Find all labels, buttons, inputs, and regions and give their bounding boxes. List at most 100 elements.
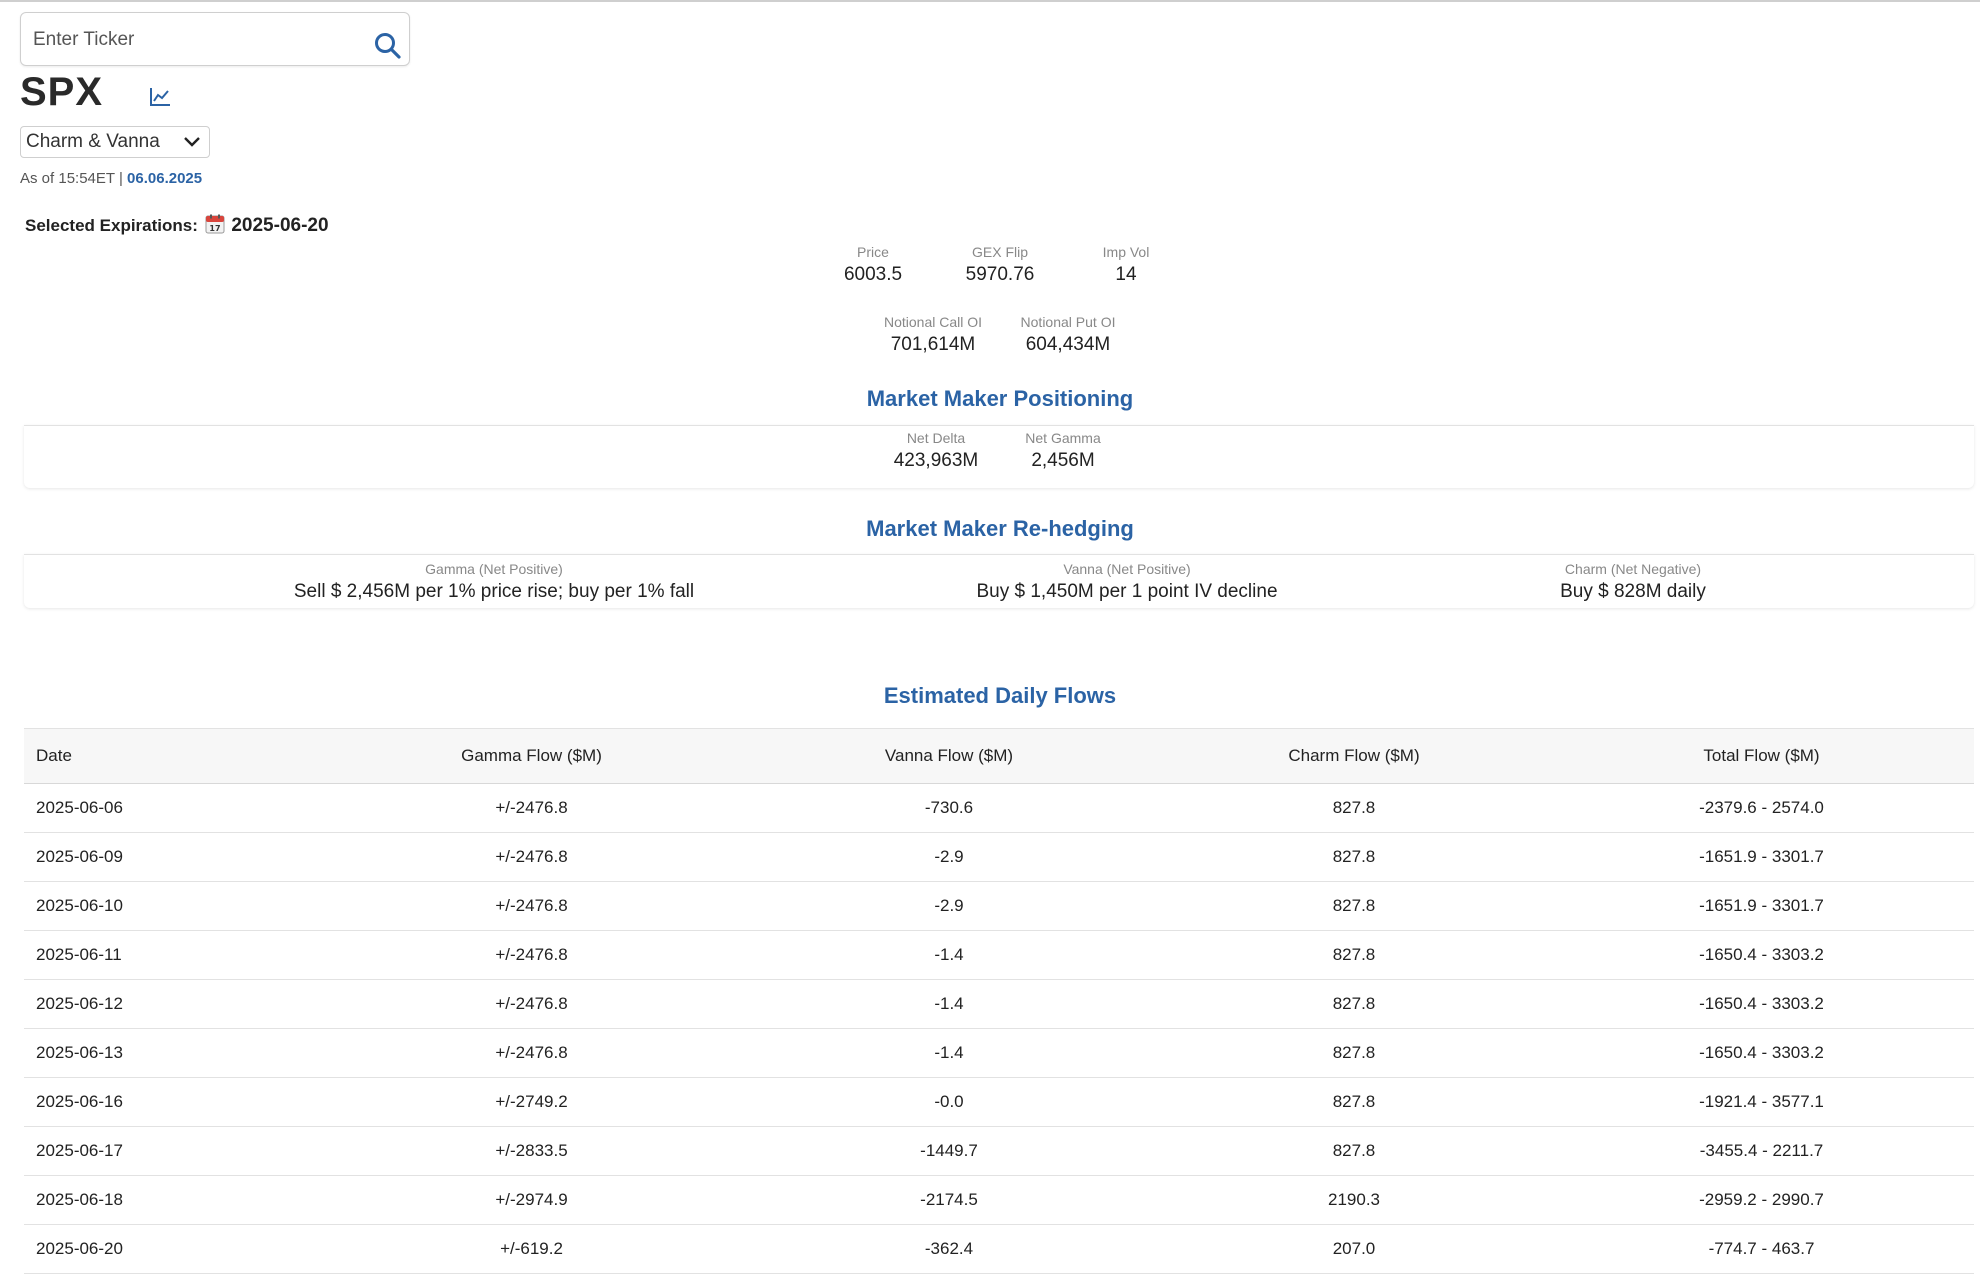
cell-gamma-flow: +/-2476.8 (324, 783, 739, 833)
col-date[interactable]: Date (24, 728, 324, 784)
cell-date: 2025-06-17 (24, 1126, 324, 1176)
table-row: 2025-06-06 +/-2476.8 -730.6 827.8 -2379.… (24, 783, 1974, 833)
cell-charm-flow: 827.8 (1159, 832, 1549, 882)
net-gamma: Net Gamma 2,456M (1003, 430, 1123, 472)
rehedge-gamma-label: Gamma (Net Positive) (425, 561, 563, 577)
stat-notional-put-oi-value: 604,434M (1025, 334, 1111, 355)
net-delta-value: 423,963M (893, 450, 979, 471)
table-row: 2025-06-13 +/-2476.8 -1.4 827.8 -1650.4 … (24, 1028, 1974, 1078)
ticker-symbol: SPX (20, 70, 104, 114)
cell-gamma-flow: +/-2476.8 (324, 881, 739, 931)
cell-vanna-flow: -1449.7 (739, 1126, 1159, 1176)
cell-gamma-flow: +/-2476.8 (324, 1028, 739, 1078)
cell-total-flow: -3455.4 - 2211.7 (1549, 1126, 1974, 1176)
stat-gex-flip-value: 5970.76 (965, 264, 1035, 285)
cell-gamma-flow: +/-2833.5 (324, 1126, 739, 1176)
stat-notional-put-oi: Notional Put OI 604,434M (1008, 314, 1128, 356)
rehedge-vanna: Vanna (Net Positive) Buy $ 1,450M per 1 … (830, 561, 1424, 603)
search-icon[interactable] (373, 31, 403, 61)
ticker-search-box (20, 12, 410, 66)
col-charm-flow[interactable]: Charm Flow ($M) (1159, 728, 1549, 784)
stat-price-label: Price (857, 244, 889, 260)
stat-notional-put-oi-label: Notional Put OI (1020, 314, 1116, 330)
cell-total-flow: -1651.9 - 3301.7 (1549, 832, 1974, 882)
positioning-card (24, 425, 1974, 488)
flows-header-row: Date Gamma Flow ($M) Vanna Flow ($M) Cha… (24, 728, 1974, 784)
view-select[interactable]: Charm & Vanna (20, 126, 210, 158)
table-row: 2025-06-10 +/-2476.8 -2.9 827.8 -1651.9 … (24, 881, 1974, 931)
stat-notional-call-oi: Notional Call OI 701,614M (873, 314, 993, 356)
table-row: 2025-06-17 +/-2833.5 -1449.7 827.8 -3455… (24, 1126, 1974, 1176)
col-vanna-flow[interactable]: Vanna Flow ($M) (739, 728, 1159, 784)
cell-date: 2025-06-10 (24, 881, 324, 931)
stat-price: Price 6003.5 (833, 244, 913, 286)
selected-expiration-value: 2025-06-20 (231, 215, 329, 236)
cell-charm-flow: 827.8 (1159, 1028, 1549, 1078)
stat-notional-call-oi-value: 701,614M (890, 334, 976, 355)
cell-charm-flow: 827.8 (1159, 930, 1549, 980)
cell-vanna-flow: -2174.5 (739, 1175, 1159, 1225)
col-gamma-flow[interactable]: Gamma Flow ($M) (324, 728, 739, 784)
cell-total-flow: -1650.4 - 3303.2 (1549, 930, 1974, 980)
rehedging-title: Market Maker Re-hedging (866, 516, 1134, 541)
flows-title: Estimated Daily Flows (883, 683, 1117, 708)
cell-total-flow: -774.7 - 463.7 (1549, 1224, 1974, 1274)
cell-charm-flow: 827.8 (1159, 1126, 1549, 1176)
net-delta-label: Net Delta (906, 430, 966, 446)
net-gamma-value: 2,456M (1031, 450, 1095, 471)
cell-date: 2025-06-11 (24, 930, 324, 980)
cell-vanna-flow: -1.4 (739, 979, 1159, 1029)
cell-gamma-flow: +/-2974.9 (324, 1175, 739, 1225)
cell-date: 2025-06-20 (24, 1224, 324, 1274)
as-of-timestamp: As of 15:54ET | 06.06.2025 (20, 170, 202, 187)
line-chart-icon[interactable] (149, 87, 171, 107)
cell-charm-flow: 207.0 (1159, 1224, 1549, 1274)
net-delta: Net Delta 423,963M (876, 430, 996, 472)
table-row: 2025-06-18 +/-2974.9 -2174.5 2190.3 -295… (24, 1175, 1974, 1225)
cell-date: 2025-06-18 (24, 1175, 324, 1225)
cell-gamma-flow: +/-2476.8 (324, 832, 739, 882)
col-total-flow[interactable]: Total Flow ($M) (1549, 728, 1974, 784)
stat-gex-flip-label: GEX Flip (971, 244, 1028, 260)
stat-price-value: 6003.5 (843, 264, 903, 285)
selected-expirations: Selected Expirations: 17 2025-06-20 (25, 214, 329, 237)
table-row: 2025-06-16 +/-2749.2 -0.0 827.8 -1921.4 … (24, 1077, 1974, 1127)
stat-imp-vol-label: Imp Vol (1102, 244, 1150, 260)
chevron-down-icon (184, 137, 200, 147)
rehedge-charm: Charm (Net Negative) Buy $ 828M daily (1433, 561, 1833, 603)
cell-date: 2025-06-13 (24, 1028, 324, 1078)
cell-vanna-flow: -0.0 (739, 1077, 1159, 1127)
svg-text:17: 17 (209, 224, 220, 233)
cell-gamma-flow: +/-2476.8 (324, 979, 739, 1029)
cell-date: 2025-06-16 (24, 1077, 324, 1127)
cell-total-flow: -1921.4 - 3577.1 (1549, 1077, 1974, 1127)
cell-charm-flow: 827.8 (1159, 1077, 1549, 1127)
cell-date: 2025-06-12 (24, 979, 324, 1029)
view-select-value: Charm & Vanna (26, 131, 160, 152)
table-row: 2025-06-12 +/-2476.8 -1.4 827.8 -1650.4 … (24, 979, 1974, 1029)
cell-total-flow: -2379.6 - 2574.0 (1549, 783, 1974, 833)
stat-gex-flip: GEX Flip 5970.76 (950, 244, 1050, 286)
stat-notional-call-oi-label: Notional Call OI (883, 314, 983, 330)
rehedge-charm-label: Charm (Net Negative) (1564, 561, 1702, 577)
cell-date: 2025-06-09 (24, 832, 324, 882)
table-row: 2025-06-09 +/-2476.8 -2.9 827.8 -1651.9 … (24, 832, 1974, 882)
positioning-title: Market Maker Positioning (866, 386, 1134, 411)
cell-vanna-flow: -2.9 (739, 881, 1159, 931)
flows-table: Date Gamma Flow ($M) Vanna Flow ($M) Cha… (24, 728, 1974, 1274)
cell-vanna-flow: -1.4 (739, 1028, 1159, 1078)
stat-imp-vol: Imp Vol 14 (1086, 244, 1166, 286)
cell-gamma-flow: +/-619.2 (324, 1224, 739, 1274)
rehedge-gamma-value: Sell $ 2,456M per 1% price rise; buy per… (293, 581, 695, 602)
rehedge-gamma: Gamma (Net Positive) Sell $ 2,456M per 1… (24, 561, 964, 603)
ticker-search-input[interactable] (31, 25, 355, 55)
table-row: 2025-06-20 +/-619.2 -362.4 207.0 -774.7 … (24, 1224, 1974, 1274)
as-of-prefix: As of 15:54ET | (20, 170, 123, 187)
cell-total-flow: -1651.9 - 3301.7 (1549, 881, 1974, 931)
cell-total-flow: -2959.2 - 2990.7 (1549, 1175, 1974, 1225)
rehedge-vanna-value: Buy $ 1,450M per 1 point IV decline (976, 581, 1278, 602)
cell-vanna-flow: -730.6 (739, 783, 1159, 833)
cell-date: 2025-06-06 (24, 783, 324, 833)
cell-vanna-flow: -362.4 (739, 1224, 1159, 1274)
selected-expirations-label: Selected Expirations: (25, 216, 198, 235)
